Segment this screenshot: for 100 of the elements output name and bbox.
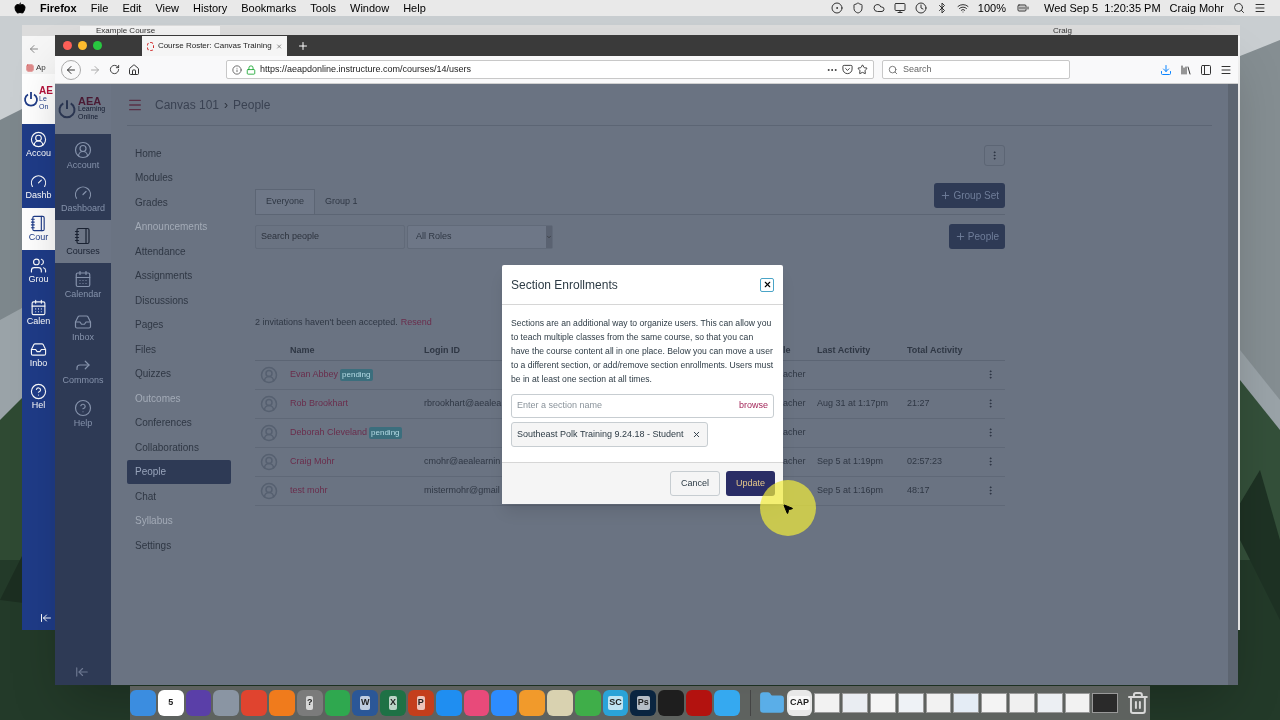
user-name-link[interactable]: Evan Abbey bbox=[290, 367, 339, 382]
wifi-icon[interactable] bbox=[956, 2, 969, 14]
course-nav-item[interactable]: Modules bbox=[127, 165, 231, 190]
course-nav-item[interactable]: Pages bbox=[127, 312, 231, 337]
resend-link[interactable]: Resend bbox=[400, 316, 432, 330]
app-icon[interactable]: SC bbox=[602, 690, 629, 716]
url-field[interactable]: https://aeapdonline.instructure.com/courses/14/users bbox=[226, 60, 874, 79]
menu-item[interactable]: Bookmarks bbox=[241, 0, 297, 17]
nav-item[interactable]: Accou bbox=[22, 124, 55, 166]
app-icon[interactable] bbox=[213, 690, 240, 716]
window-thumbnail[interactable] bbox=[953, 693, 980, 713]
menu-item[interactable]: File bbox=[90, 0, 109, 17]
course-nav-item[interactable]: People bbox=[127, 459, 231, 484]
menu-item[interactable]: History bbox=[193, 0, 228, 17]
cloud-icon[interactable] bbox=[872, 2, 885, 14]
menu-item[interactable]: Tools bbox=[310, 0, 336, 17]
browser-tab[interactable]: Course Roster: Canvas Training bbox=[142, 36, 287, 56]
column-header[interactable]: Login ID bbox=[424, 343, 502, 358]
user-name-link[interactable]: Craig Mohr bbox=[290, 454, 335, 469]
course-nav-item[interactable]: Quizzes bbox=[127, 361, 231, 386]
app-icon[interactable]: X bbox=[380, 690, 406, 716]
home-icon[interactable] bbox=[128, 63, 140, 76]
window-thumbnail[interactable] bbox=[869, 693, 896, 713]
course-nav-item[interactable]: Conferences bbox=[127, 410, 231, 435]
record-icon[interactable] bbox=[830, 2, 843, 14]
nav-item[interactable]: Commons bbox=[55, 349, 111, 392]
course-nav-item[interactable]: Assignments bbox=[127, 263, 231, 288]
course-nav-item[interactable]: Attendance bbox=[127, 239, 231, 264]
menu-item[interactable]: Window bbox=[350, 0, 390, 17]
app-icon[interactable] bbox=[713, 690, 740, 716]
app-icon[interactable] bbox=[519, 690, 545, 716]
nav-item[interactable]: Cour bbox=[22, 208, 55, 250]
course-nav-item[interactable]: Home bbox=[127, 141, 231, 166]
clock-icon[interactable] bbox=[914, 2, 927, 14]
close-button[interactable] bbox=[760, 277, 774, 292]
user-name-link[interactable]: Rob Brookhart bbox=[290, 396, 349, 411]
window-thumbnail[interactable] bbox=[1036, 693, 1063, 713]
section-input-field[interactable]: Enter a section name browse bbox=[511, 394, 774, 418]
library-icon[interactable] bbox=[1180, 63, 1192, 76]
new-tab-icon[interactable] bbox=[297, 40, 309, 52]
app-icon[interactable]: P bbox=[407, 690, 434, 716]
tab[interactable]: Everyone bbox=[255, 189, 316, 214]
close-window-icon[interactable] bbox=[63, 41, 72, 50]
course-nav-item[interactable]: Chat bbox=[127, 484, 231, 509]
nav-item[interactable]: Inbo bbox=[22, 334, 55, 376]
course-nav-item[interactable]: Files bbox=[127, 337, 231, 362]
app-icon[interactable] bbox=[324, 690, 351, 716]
apple-icon[interactable] bbox=[14, 2, 26, 14]
user-name-link[interactable]: test mohr bbox=[290, 483, 328, 498]
app-icon[interactable]: CAP bbox=[786, 690, 813, 716]
course-nav-item[interactable]: Discussions bbox=[127, 288, 231, 313]
nav-item[interactable]: Inbox bbox=[55, 306, 111, 349]
nav-item[interactable]: Hel bbox=[22, 376, 55, 418]
window-thumbnail[interactable] bbox=[925, 693, 952, 713]
battery-icon[interactable] bbox=[1015, 2, 1031, 14]
folder-icon[interactable] bbox=[758, 690, 785, 716]
course-nav-item[interactable]: Collaborations bbox=[127, 435, 231, 460]
menu-item[interactable]: Edit bbox=[122, 0, 142, 17]
app-icon[interactable]: Ps bbox=[630, 690, 657, 716]
nav-item[interactable]: Dashboard bbox=[55, 177, 111, 220]
user-name[interactable]: Craig Mohr bbox=[1169, 0, 1224, 17]
window-thumbnail[interactable] bbox=[814, 693, 841, 713]
trash-icon[interactable] bbox=[1126, 690, 1151, 716]
window-thumbnail[interactable] bbox=[1009, 693, 1035, 713]
pocket-icon[interactable] bbox=[842, 64, 853, 75]
collapse-icon[interactable] bbox=[40, 612, 52, 624]
remove-icon[interactable] bbox=[691, 430, 701, 439]
nav-item[interactable]: Calen bbox=[22, 292, 55, 334]
menu-item[interactable]: View bbox=[155, 0, 180, 17]
nav-item[interactable]: Account bbox=[55, 134, 111, 177]
sidebar-icon[interactable] bbox=[1200, 63, 1212, 76]
window-thumbnail[interactable] bbox=[1092, 693, 1119, 713]
menu-clock[interactable]: Wed Sep 5 1:20:35 PM bbox=[1044, 0, 1161, 17]
shield-icon[interactable] bbox=[851, 2, 864, 14]
course-nav-item[interactable]: Grades bbox=[127, 190, 231, 215]
menu-item[interactable]: Help bbox=[403, 0, 426, 17]
app-icon[interactable] bbox=[546, 690, 573, 716]
column-header[interactable]: Total Activity bbox=[907, 343, 977, 358]
window-thumbnail[interactable] bbox=[1064, 693, 1091, 713]
star-icon[interactable] bbox=[857, 64, 868, 75]
browse-link[interactable]: browse bbox=[739, 399, 768, 413]
apps-icon[interactable] bbox=[26, 64, 34, 72]
window-thumbnail[interactable] bbox=[842, 693, 868, 713]
cancel-button[interactable]: Cancel bbox=[669, 471, 720, 496]
app-icon[interactable] bbox=[658, 690, 684, 716]
bookmark-link[interactable]: Ap bbox=[36, 62, 46, 74]
nav-item[interactable]: Grou bbox=[22, 250, 55, 292]
nav-item[interactable]: Dashb bbox=[22, 166, 55, 208]
update-button[interactable]: Update bbox=[725, 471, 775, 496]
column-header[interactable]: le bbox=[783, 343, 817, 358]
menu-icon[interactable] bbox=[1254, 2, 1266, 14]
search-field[interactable]: Search people bbox=[255, 224, 405, 249]
nav-item[interactable]: Calendar bbox=[55, 263, 111, 306]
info-icon[interactable] bbox=[232, 64, 242, 75]
app-icon[interactable]: ? bbox=[296, 690, 323, 716]
column-header[interactable]: Name bbox=[290, 343, 424, 358]
minimize-window-icon[interactable] bbox=[78, 41, 87, 50]
zoom-window-icon[interactable] bbox=[93, 41, 102, 50]
app-icon[interactable] bbox=[268, 690, 295, 716]
lock-icon[interactable] bbox=[246, 64, 256, 75]
